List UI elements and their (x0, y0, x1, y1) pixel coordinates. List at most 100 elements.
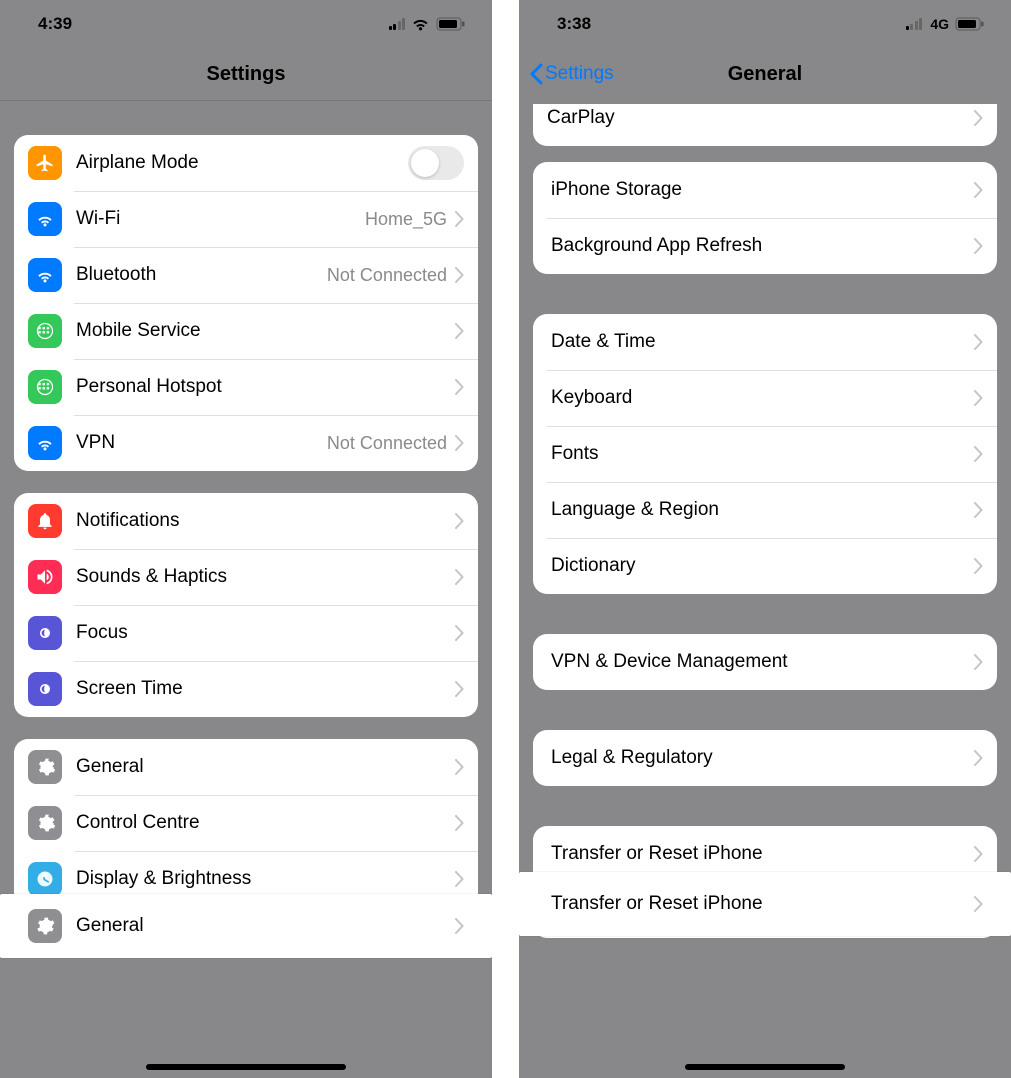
row-vpn[interactable]: VPNNot Connected (14, 415, 478, 471)
chevron-right-icon (974, 390, 983, 406)
chevron-right-icon (455, 435, 464, 451)
chevron-right-icon (455, 379, 464, 395)
group-general: General Control Centre Display & Brightnes… (14, 739, 478, 907)
row-label: Mobile Service (76, 320, 455, 342)
row-focus[interactable]: Focus (14, 605, 478, 661)
chevron-right-icon (455, 918, 464, 934)
row-bluetooth[interactable]: BluetoothNot Connected (14, 247, 478, 303)
row-icon (28, 504, 62, 538)
row-label: Sounds & Haptics (76, 566, 455, 588)
row-language-region[interactable]: Language & Region (533, 482, 997, 538)
row-label: Screen Time (76, 678, 455, 700)
row-label: Personal Hotspot (76, 376, 455, 398)
row-mobile-service[interactable]: Mobile Service (14, 303, 478, 359)
status-bar: 4:39 (0, 0, 492, 48)
row-keyboard[interactable]: Keyboard (533, 370, 997, 426)
status-time: 3:38 (557, 14, 591, 34)
row-icon (28, 202, 62, 236)
row-icon (28, 750, 62, 784)
row-value: Not Connected (327, 433, 447, 454)
row-vpn-device-management[interactable]: VPN & Device Management (533, 634, 997, 690)
settings-list[interactable]: Airplane ModeWi-FiHome_5GBluetoothNot Co… (0, 135, 492, 907)
row-label: Transfer or Reset iPhone (551, 893, 974, 915)
status-time: 4:39 (38, 14, 72, 34)
row-general[interactable]: General (14, 739, 478, 795)
row-label: Notifications (76, 510, 455, 532)
row-label: Legal & Regulatory (551, 747, 974, 769)
chevron-right-icon (974, 558, 983, 574)
row-label: Wi-Fi (76, 208, 365, 230)
status-bar: 3:38 4G (519, 0, 1011, 48)
row-label: Bluetooth (76, 264, 327, 286)
row-value: Home_5G (365, 209, 447, 230)
row-background-app-refresh[interactable]: Background App Refresh (533, 218, 997, 274)
chevron-right-icon (974, 502, 983, 518)
row-value: Not Connected (327, 265, 447, 286)
wifi-icon (411, 17, 430, 31)
row-wi-fi[interactable]: Wi-FiHome_5G (14, 191, 478, 247)
chevron-right-icon (974, 846, 983, 862)
cellular-signal-icon (906, 18, 923, 30)
chevron-right-icon (455, 267, 464, 283)
chevron-right-icon (974, 182, 983, 198)
row-label: General (76, 756, 455, 778)
row-date-time[interactable]: Date & Time (533, 314, 997, 370)
group-storage: iPhone Storage Background App Refresh (533, 162, 997, 274)
row-icon (28, 426, 62, 460)
row-airplane-mode[interactable]: Airplane Mode (14, 135, 478, 191)
chevron-right-icon (455, 625, 464, 641)
chevron-right-icon (455, 815, 464, 831)
row-label: Language & Region (551, 499, 974, 521)
cellular-signal-icon (389, 18, 406, 30)
chevron-right-icon (455, 681, 464, 697)
back-label: Settings (545, 63, 614, 85)
battery-icon (955, 17, 985, 31)
row-icon (28, 314, 62, 348)
row-label: Control Centre (76, 812, 455, 834)
page-title: General (728, 63, 802, 86)
row-label: VPN (76, 432, 327, 454)
row-icon (28, 560, 62, 594)
row-label: VPN & Device Management (551, 651, 974, 673)
navbar: Settings General (519, 48, 1011, 100)
row-screen-time[interactable]: Screen Time (14, 661, 478, 717)
row-notifications[interactable]: Notifications (14, 493, 478, 549)
row-icon (28, 146, 62, 180)
row-label: iPhone Storage (551, 179, 974, 201)
row-icon (28, 258, 62, 292)
settings-screen: 4:39 Settings Airplane ModeWi-FiHome_5GB… (0, 0, 492, 1078)
row-icon (28, 616, 62, 650)
chevron-right-icon (455, 211, 464, 227)
row-personal-hotspot[interactable]: Personal Hotspot (14, 359, 478, 415)
row-icon (28, 370, 62, 404)
row-label: General (76, 915, 455, 937)
row-dictionary[interactable]: Dictionary (533, 538, 997, 594)
home-indicator (146, 1064, 346, 1070)
chevron-right-icon (974, 446, 983, 462)
battery-icon (436, 17, 466, 31)
row-legal-regulatory[interactable]: Legal & Regulatory (533, 730, 997, 786)
chevron-right-icon (974, 896, 983, 912)
back-button[interactable]: Settings (529, 63, 614, 85)
row-label: Display & Brightness (76, 868, 455, 890)
group-network: Airplane ModeWi-FiHome_5GBluetoothNot Co… (14, 135, 478, 471)
row-label: Airplane Mode (76, 152, 408, 174)
row-icon (28, 672, 62, 706)
row-transfer-reset-highlight[interactable]: Transfer or Reset iPhone (519, 872, 1011, 936)
row-iphone-storage[interactable]: iPhone Storage (533, 162, 997, 218)
page-title: Settings (207, 63, 286, 86)
group-vpn: VPN & Device Management (533, 634, 997, 690)
toggle[interactable] (408, 146, 464, 180)
gear-icon (28, 909, 62, 943)
row-general-highlight[interactable]: General (0, 894, 492, 958)
row-label: Fonts (551, 443, 974, 465)
row-fonts[interactable]: Fonts (533, 426, 997, 482)
row-label: Transfer or Reset iPhone (551, 843, 974, 865)
group-legal: Legal & Regulatory (533, 730, 997, 786)
chevron-right-icon (455, 513, 464, 529)
row-control-centre[interactable]: Control Centre (14, 795, 478, 851)
row-label: Date & Time (551, 331, 974, 353)
general-screen: 3:38 4G Settings General CarPlay iPhone … (519, 0, 1011, 1078)
row-sounds-haptics[interactable]: Sounds & Haptics (14, 549, 478, 605)
row-label: Keyboard (551, 387, 974, 409)
